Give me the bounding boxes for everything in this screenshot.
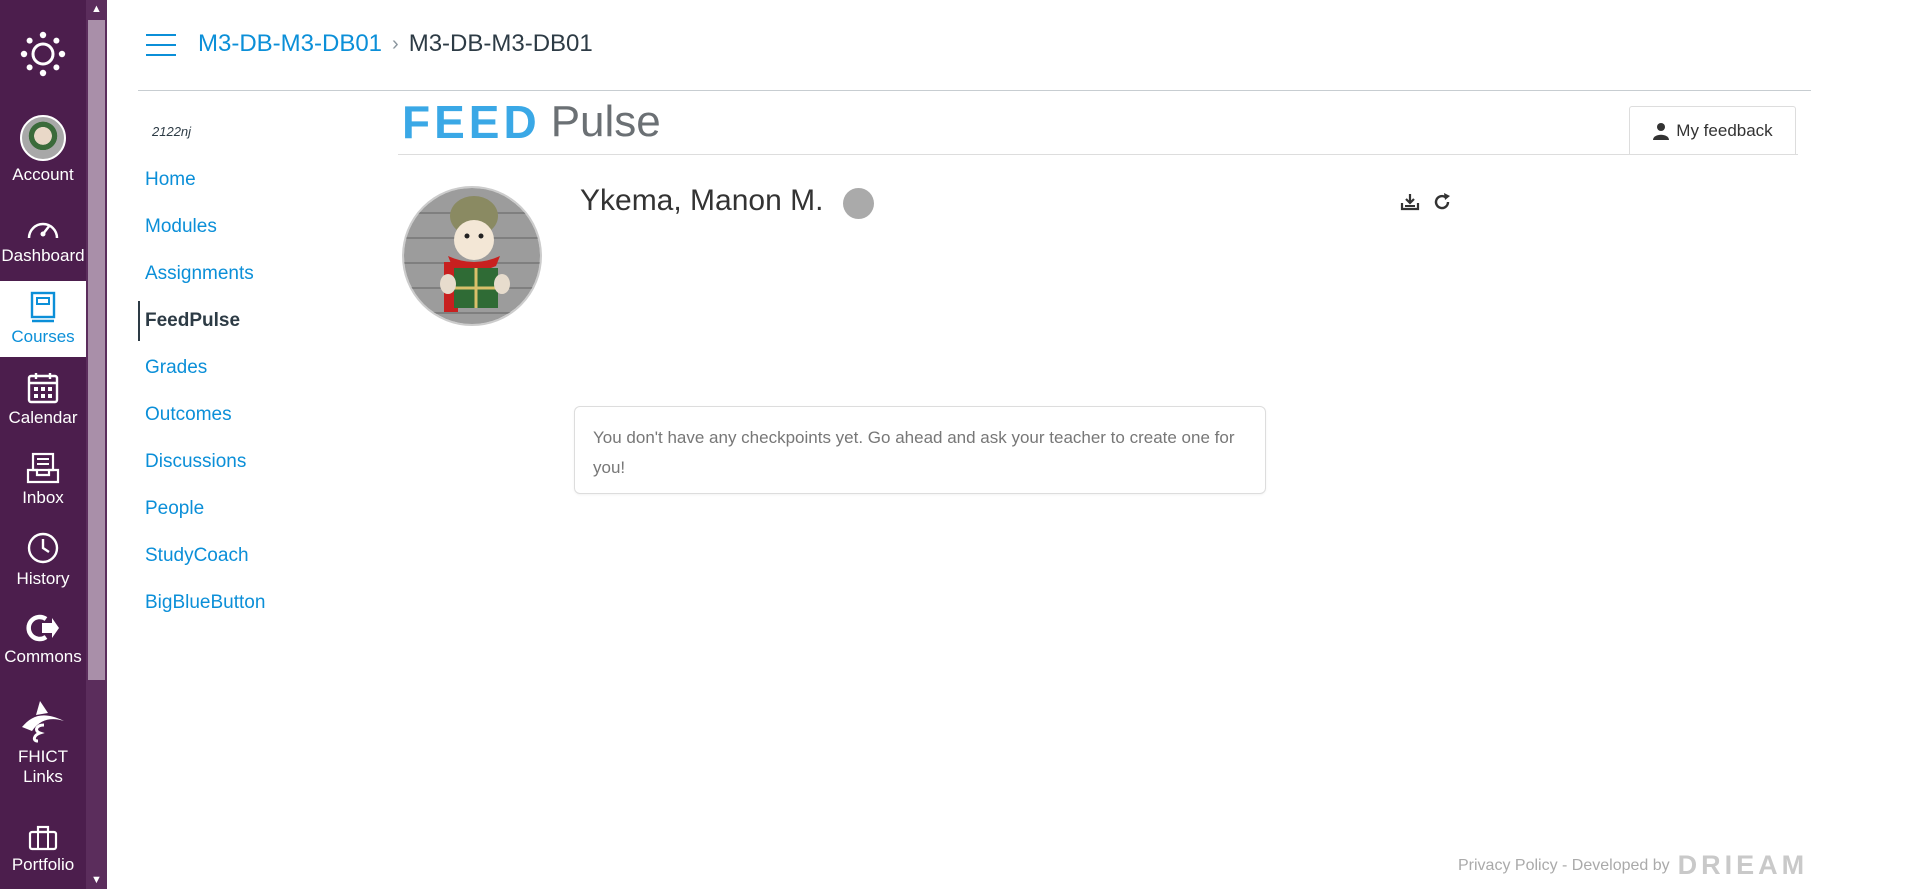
commons-icon xyxy=(26,614,59,641)
global-nav-inbox[interactable]: Inbox xyxy=(0,442,86,518)
feedpulse-logo-pulse: Pulse xyxy=(550,97,661,146)
scrollbar-thumb[interactable] xyxy=(88,20,105,680)
feedpulse-logo: FEED Pulse xyxy=(402,96,661,148)
hamburger-menu-icon[interactable] xyxy=(146,34,176,56)
breadcrumb-separator-icon: › xyxy=(392,32,399,55)
course-nav-grades[interactable]: Grades xyxy=(138,348,368,388)
global-nav-dashboard[interactable]: Dashboard xyxy=(0,202,86,278)
global-nav-label: Commons xyxy=(4,646,82,666)
global-nav-label: Account xyxy=(12,164,74,184)
global-nav-scrollbar[interactable]: ▲ ▼ xyxy=(86,0,107,889)
canvas-logo-icon[interactable] xyxy=(0,0,86,108)
global-nav-courses[interactable]: Courses xyxy=(0,281,86,357)
no-checkpoints-message: You don't have any checkpoints yet. Go a… xyxy=(574,406,1266,494)
inbox-icon xyxy=(26,452,60,483)
course-nav-modules[interactable]: Modules xyxy=(138,207,368,247)
course-nav-assignments[interactable]: Assignments xyxy=(138,254,368,294)
global-nav-calendar[interactable]: Calendar xyxy=(0,362,86,438)
status-indicator xyxy=(843,188,874,219)
user-icon xyxy=(1653,122,1670,140)
global-nav-commons[interactable]: Commons xyxy=(0,602,86,678)
breadcrumb-course-link[interactable]: M3-DB-M3-DB01 xyxy=(198,30,382,58)
drieam-logo: DRIEAM xyxy=(1677,850,1809,880)
refresh-icon[interactable] xyxy=(1430,190,1454,214)
global-nav-history[interactable]: History xyxy=(0,522,86,598)
global-nav-label: Portfolio xyxy=(11,854,75,874)
breadcrumb: M3-DB-M3-DB01 › M3-DB-M3-DB01 xyxy=(198,30,593,58)
course-nav-people[interactable]: People xyxy=(138,489,368,529)
student-avatar xyxy=(402,186,542,326)
global-nav-label: Courses xyxy=(11,326,75,346)
global-nav-label: Inbox xyxy=(22,487,64,507)
global-nav-fhict-links[interactable]: FHICT Links xyxy=(0,684,86,800)
course-nav-discussions[interactable]: Discussions xyxy=(138,442,368,482)
course-nav-studycoach[interactable]: StudyCoach xyxy=(138,536,368,576)
global-nav-label: History xyxy=(16,568,70,588)
account-avatar xyxy=(20,114,66,161)
my-feedback-label: My feedback xyxy=(1676,120,1773,140)
course-nav-bigbluebutton[interactable]: BigBlueButton xyxy=(138,583,368,623)
history-clock-icon xyxy=(27,532,59,563)
global-nav-label: FHICT Links xyxy=(17,746,69,786)
calendar-icon xyxy=(27,372,59,403)
fhict-links-icon xyxy=(22,700,64,743)
breadcrumb-current: M3-DB-M3-DB01 xyxy=(408,30,593,57)
courses-book-icon xyxy=(30,291,56,322)
course-nav-home[interactable]: Home xyxy=(138,160,368,200)
download-icon[interactable] xyxy=(1398,190,1422,214)
global-nav-portfolio[interactable]: Portfolio xyxy=(0,812,86,888)
course-nav-feedpulse[interactable]: FeedPulse xyxy=(138,301,368,341)
feedpulse-logo-feed: FEED xyxy=(402,96,541,148)
course-nav-outcomes[interactable]: Outcomes xyxy=(138,395,368,435)
privacy-policy-link[interactable]: Privacy Policy - Developed by xyxy=(1458,857,1670,875)
scroll-down-arrow-icon[interactable]: ▼ xyxy=(86,871,107,889)
scroll-up-arrow-icon[interactable]: ▲ xyxy=(86,0,107,18)
my-feedback-tab[interactable]: My feedback xyxy=(1629,106,1796,155)
global-nav-label: Dashboard xyxy=(1,245,85,265)
portfolio-briefcase-icon xyxy=(28,825,58,850)
dashboard-gauge-icon xyxy=(27,222,59,238)
global-nav-account[interactable]: Account xyxy=(0,110,86,190)
feedpulse-header-divider xyxy=(398,154,1798,155)
footer: Privacy Policy - Developed by DRIEAM xyxy=(1458,850,1808,881)
header-divider xyxy=(138,90,1811,91)
global-nav: Account Dashboard Courses Calendar Inbox… xyxy=(0,0,86,889)
student-name: Ykema, Manon M. xyxy=(580,184,824,217)
global-nav-label: Calendar xyxy=(8,407,78,427)
term-label: 2122nj xyxy=(152,124,192,139)
